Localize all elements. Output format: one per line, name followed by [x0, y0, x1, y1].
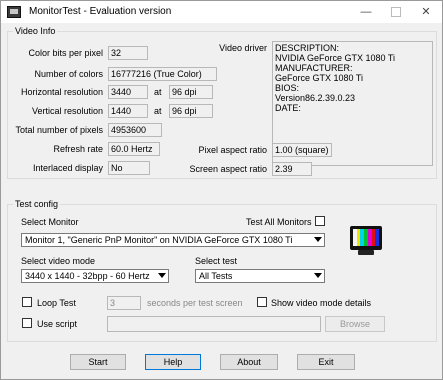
refresh-rate-field: 60.0 Hertz: [108, 142, 160, 156]
select-test-label: Select test: [195, 256, 238, 266]
test-config-title: Test config: [13, 199, 61, 209]
test-select[interactable]: All Tests: [195, 269, 325, 283]
num-colors-label: Number of colors: [34, 69, 103, 79]
horizontal-dpi-field: 96 dpi: [169, 85, 213, 99]
use-script-checkbox[interactable]: [22, 318, 32, 328]
title-bar: MonitorTest - Evaluation version — ✕: [1, 1, 442, 23]
video-info-title: Video Info: [13, 26, 58, 36]
test-select-value: All Tests: [199, 271, 233, 281]
driver-line-bios-value: Version86.2.39.0.23: [275, 93, 356, 103]
total-pixels-field: 4953600: [108, 123, 162, 137]
loop-test-checkbox[interactable]: [22, 297, 32, 307]
script-path-field[interactable]: [107, 316, 321, 332]
total-pixels-label: Total number of pixels: [15, 125, 103, 135]
browse-button[interactable]: Browse: [325, 316, 385, 332]
help-button[interactable]: Help: [145, 354, 201, 370]
chevron-down-icon: [314, 237, 322, 242]
test-all-monitors-label: Test All Monitors: [246, 217, 312, 227]
app-monitor-icon: [7, 6, 21, 18]
driver-line-description-label: DESCRIPTION:: [275, 43, 340, 53]
video-mode-select-value: 3440 x 1440 - 32bpp - 60 Hertz: [25, 271, 150, 281]
minimize-button[interactable]: —: [351, 1, 381, 23]
exit-button[interactable]: Exit: [297, 354, 355, 370]
window-title: MonitorTest - Evaluation version: [29, 6, 172, 17]
pixel-aspect-label: Pixel aspect ratio: [198, 145, 267, 155]
select-monitor-label: Select Monitor: [21, 217, 79, 227]
maximize-icon: [391, 7, 401, 18]
driver-line-manufacturer-label: MANUFACTURER:: [275, 63, 353, 73]
maximize-button[interactable]: [381, 1, 411, 23]
vertical-dpi-field: 96 dpi: [169, 104, 213, 118]
interlaced-field: No: [108, 161, 150, 175]
refresh-rate-label: Refresh rate: [53, 144, 103, 154]
loop-test-label: Loop Test: [37, 298, 76, 308]
driver-line-manufacturer-value: GeForce GTX 1080 Ti: [275, 73, 364, 83]
screen-aspect-label: Screen aspect ratio: [189, 164, 267, 174]
interlaced-label: Interlaced display: [32, 163, 103, 173]
monitor-select[interactable]: Monitor 1, "Generic PnP Monitor" on NVID…: [21, 233, 325, 247]
show-video-details-label: Show video mode details: [271, 298, 372, 308]
video-driver-label: Video driver: [219, 43, 267, 53]
about-button[interactable]: About: [220, 354, 278, 370]
video-mode-select[interactable]: 3440 x 1440 - 32bpp - 60 Hertz: [21, 269, 169, 283]
driver-line-date-label: DATE:: [275, 103, 301, 113]
driver-line-bios-label: BIOS:: [275, 83, 300, 93]
screen-aspect-field: 2.39: [272, 162, 312, 176]
pixel-aspect-field: 1.00 (square): [272, 143, 332, 157]
monitor-select-value: Monitor 1, "Generic PnP Monitor" on NVID…: [25, 235, 293, 245]
num-colors-field: 16777216 (True Color): [108, 67, 217, 81]
vertical-resolution-field: 1440: [108, 104, 148, 118]
main-window: MonitorTest - Evaluation version — ✕ Vid…: [0, 0, 443, 380]
color-bits-field: 32: [108, 46, 148, 60]
vertical-at-label: at: [154, 106, 162, 116]
select-video-mode-label: Select video mode: [21, 256, 96, 266]
driver-line-description-value: NVIDIA GeForce GTX 1080 Ti: [275, 53, 396, 63]
use-script-label: Use script: [37, 319, 78, 329]
chevron-down-icon: [158, 273, 166, 278]
loop-seconds-field[interactable]: 3: [107, 296, 141, 310]
horizontal-at-label: at: [154, 87, 162, 97]
vertical-resolution-label: Vertical resolution: [31, 106, 103, 116]
monitor-test-pattern-icon: [350, 226, 382, 256]
start-button[interactable]: Start: [70, 354, 126, 370]
test-all-monitors-checkbox[interactable]: [315, 216, 325, 226]
seconds-per-test-label: seconds per test screen: [147, 298, 243, 308]
horizontal-resolution-label: Horizontal resolution: [20, 87, 103, 97]
close-button[interactable]: ✕: [411, 1, 441, 23]
horizontal-resolution-field: 3440: [108, 85, 148, 99]
chevron-down-icon: [314, 273, 322, 278]
show-video-details-checkbox[interactable]: [257, 297, 267, 307]
color-bits-label: Color bits per pixel: [28, 48, 103, 58]
